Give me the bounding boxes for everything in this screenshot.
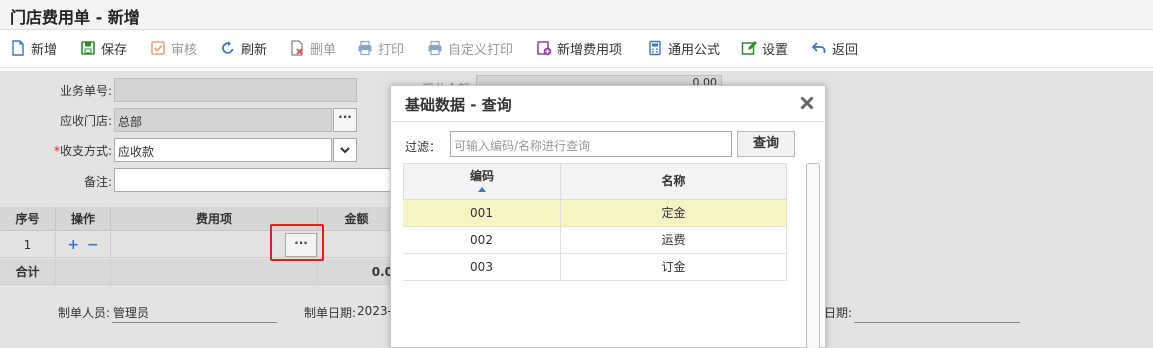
cell-code[interactable]: 003 [403,254,561,281]
grid-header-action: 操作 [56,207,111,231]
refresh-label: 刷新 [241,42,268,58]
refresh-button[interactable]: 刷新 [220,38,267,58]
biz-no-label: 业务单号: [59,84,112,98]
pay-method-label: *收支方式: [53,144,112,158]
grid-header-amount: 金额 [318,207,395,231]
remark-field[interactable] [114,168,394,192]
save-label: 保存 [101,42,128,58]
close-icon[interactable] [799,95,815,111]
delete-document-icon [289,40,305,56]
grid-row-amount[interactable] [318,232,395,258]
store-label: 应收门店: [59,114,112,128]
back-arrow-icon [811,40,827,56]
settings-button[interactable]: 设置 [741,38,788,58]
custom-print-button[interactable]: 自定义打印 [427,38,513,58]
column-header-code[interactable]: 编码 [403,163,561,200]
custom-print-label: 自定义打印 [448,42,514,58]
printer-icon [427,40,443,56]
printer-icon [357,40,373,56]
new-document-icon [10,40,26,56]
chevron-down-icon [339,145,351,159]
column-header-name[interactable]: 名称 [560,163,787,200]
title-bar: 门店费用单 - 新增 [0,0,1153,30]
pay-method-select[interactable]: 应收款 [114,138,332,162]
add-row-icon[interactable]: + [67,237,79,253]
add-button[interactable]: 新增 [10,38,57,58]
remove-row-icon[interactable]: − [87,237,99,253]
save-button[interactable]: 保存 [80,38,127,58]
add-item-icon [536,40,552,56]
grid-row-seq: 1 [0,232,56,258]
store-picker-button[interactable]: ··· [333,108,357,132]
cell-code[interactable]: 001 [403,200,561,227]
settings-label: 设置 [762,42,789,58]
cell-name[interactable]: 定金 [561,200,787,227]
back-label: 返回 [832,42,859,58]
grid-row-actions: + − [56,232,111,258]
audit-button[interactable]: 审核 [150,38,197,58]
edit-icon [741,40,757,56]
toolbar: 新增 保存 审核 刷新 删单 打印 自定义打印 新增费用项 通用公式 设置 返回 [0,30,1153,68]
grid-total-label: 合计 [0,259,56,285]
create-date-value: 2023- [357,304,392,318]
delete-label: 删单 [310,42,337,58]
lookup-dialog: 基础数据 - 查询 过滤： 可输入编码/名称进行查询 查询 编码 名称 001 … [390,85,826,348]
filter-input[interactable]: 可输入编码/名称进行查询 [450,131,732,157]
create-date-label: 制单日期: [303,306,356,320]
sort-asc-icon [404,184,560,194]
store-field[interactable]: 总部 [114,108,332,132]
page-title: 门店费用单 - 新增 [10,8,140,27]
formula-button[interactable]: 通用公式 [647,38,720,58]
cell-name[interactable]: 订金 [561,254,787,281]
biz-no-field[interactable] [114,78,357,102]
grid-total-empty [56,259,111,285]
checkbox-icon [150,40,166,56]
creator-value: 管理员 [113,306,150,320]
pay-method-dropdown-button[interactable] [333,138,357,162]
grid-total-empty [111,259,318,285]
cell-code[interactable]: 002 [403,227,561,254]
calculator-icon [647,40,663,56]
dialog-header: 基础数据 - 查询 [391,86,825,122]
refresh-icon [220,40,236,56]
scrollbar[interactable] [806,163,820,348]
other-date-label: 日期: [823,306,852,320]
audit-label: 审核 [171,42,198,58]
print-button[interactable]: 打印 [357,38,404,58]
add-label: 新增 [31,42,58,58]
query-button[interactable]: 查询 [737,131,795,157]
grid-header-seq: 序号 [0,207,56,231]
dialog-title: 基础数据 - 查询 [405,96,512,114]
formula-label: 通用公式 [668,42,721,58]
cell-name[interactable]: 运费 [561,227,787,254]
creator-label: 制单人员: [57,306,110,320]
remark-label: 备注: [83,175,112,189]
print-label: 打印 [378,42,405,58]
filter-label: 过滤： [405,140,442,154]
add-fee-item-button[interactable]: 新增费用项 [536,38,622,58]
grid-total-amount: 0.0 [318,259,395,285]
back-button[interactable]: 返回 [811,38,858,58]
add-fee-item-label: 新增费用项 [557,42,623,58]
delete-button[interactable]: 删单 [289,38,336,58]
floppy-disk-icon [80,40,96,56]
highlight-box [270,224,324,261]
